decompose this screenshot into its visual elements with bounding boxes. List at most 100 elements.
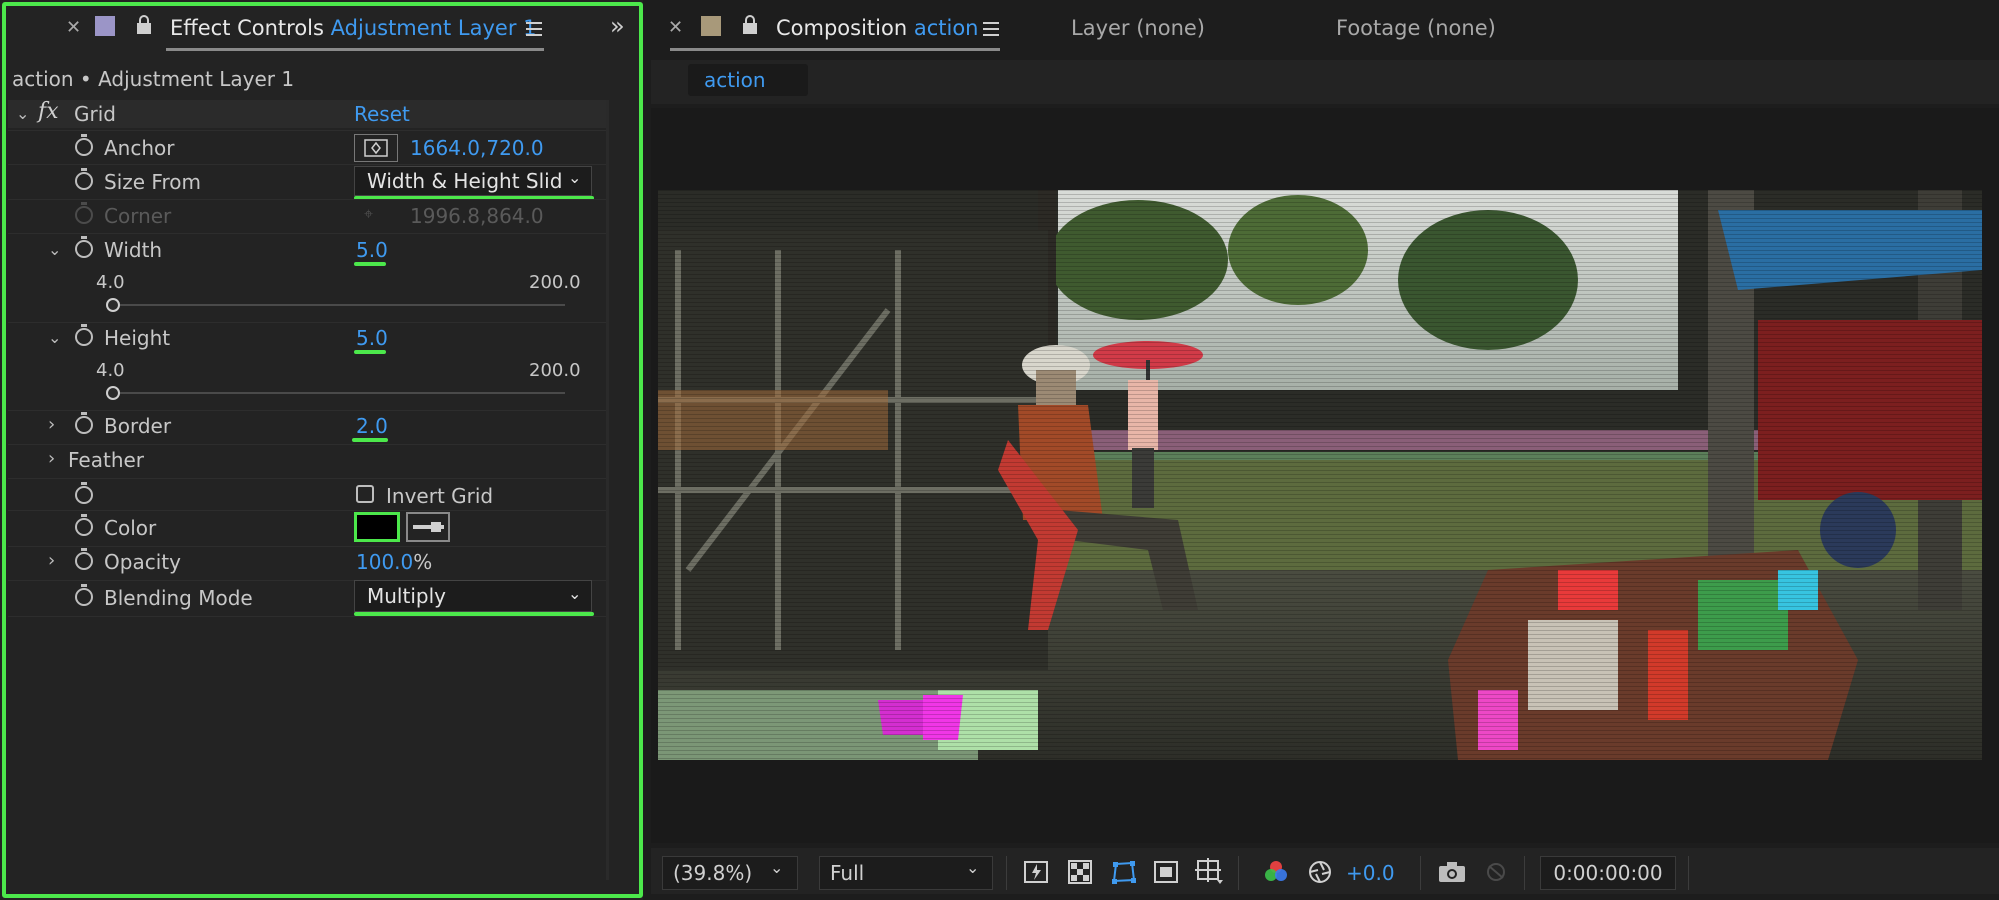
border-value[interactable]: 2.0 [356, 414, 388, 438]
anchor-value[interactable]: 1664.0,720.0 [410, 136, 544, 160]
opacity-value: 100.0 [356, 550, 414, 574]
height-max: 200.0 [529, 360, 581, 381]
color-swatch[interactable] [354, 512, 400, 542]
stopwatch-icon [75, 202, 93, 224]
size-from-dropdown[interactable]: Width & Height Slid [354, 166, 592, 196]
blending-mode-dropdown[interactable]: Multiply [354, 580, 592, 612]
row-divider [8, 130, 606, 131]
layer-tab[interactable]: Layer (none) [1071, 16, 1205, 40]
row-divider [8, 478, 606, 479]
stopwatch-icon[interactable] [75, 168, 93, 190]
width-slider-track[interactable] [112, 304, 565, 306]
collapse-chevron-icon[interactable]: ⌄ [48, 240, 61, 259]
row-divider [8, 444, 606, 445]
comp-color-icon [701, 16, 721, 36]
blending-mode-label: Blending Mode [104, 586, 253, 610]
crosshair-picker-icon[interactable] [354, 134, 398, 162]
width-value[interactable]: 5.0 [356, 238, 388, 262]
row-divider [8, 546, 606, 547]
stopwatch-icon[interactable] [75, 482, 93, 504]
exposure-value[interactable]: +0.0 [1346, 861, 1395, 885]
width-slider-knob[interactable] [106, 298, 120, 312]
footage-tab[interactable]: Footage (none) [1336, 16, 1496, 40]
row-divider [8, 322, 606, 323]
highlight-underline [354, 262, 386, 266]
chevron-down-icon: ⌄ [568, 168, 582, 187]
stopwatch-icon[interactable] [75, 236, 93, 258]
border-label: Border [104, 414, 172, 438]
stopwatch-icon[interactable] [75, 412, 93, 434]
expand-chevron-icon[interactable]: › [48, 448, 55, 469]
tab-layer-name: Adjustment Layer 1 [330, 16, 537, 40]
channel-rgb-icon[interactable] [1260, 856, 1292, 888]
lock-icon[interactable] [742, 14, 758, 36]
row-divider [8, 233, 606, 234]
close-tab-icon[interactable]: ✕ [66, 17, 81, 38]
opacity-field[interactable]: 100.0% [356, 550, 432, 574]
stopwatch-icon[interactable] [75, 584, 93, 606]
panel-menu-icon[interactable] [526, 22, 542, 36]
stopwatch-icon[interactable] [75, 514, 93, 536]
comp-navigator-bar [651, 60, 1999, 104]
active-tab-underline [166, 48, 544, 51]
region-of-interest-icon[interactable] [1150, 856, 1182, 888]
width-label: Width [104, 238, 163, 262]
highlight-underline [354, 350, 386, 354]
expand-chevron-icon[interactable]: › [48, 550, 55, 571]
crosshair-icon: ⌖ [364, 204, 374, 223]
height-label: Height [104, 326, 171, 350]
panel-menu-icon[interactable] [983, 22, 999, 36]
fast-previews-icon[interactable] [1020, 856, 1052, 888]
expand-panels-icon[interactable]: » [610, 12, 625, 40]
toolbar-separator [1238, 856, 1239, 890]
breadcrumb: action • Adjustment Layer 1 [12, 67, 295, 91]
comp-tab-name: action [913, 16, 979, 40]
size-from-label: Size From [104, 170, 201, 194]
stopwatch-icon[interactable] [75, 548, 93, 570]
mask-visibility-icon[interactable] [1108, 856, 1140, 888]
grid-guides-icon[interactable] [1194, 856, 1226, 888]
composition-tab[interactable]: Composition action [776, 16, 978, 40]
width-min: 4.0 [96, 272, 125, 293]
corner-value: 1996.8,864.0 [410, 204, 544, 228]
close-tab-icon[interactable]: ✕ [668, 17, 683, 38]
show-snapshot-icon[interactable] [1480, 856, 1512, 888]
comp-tab-title: Composition [776, 16, 908, 40]
timecode-field[interactable]: 0:00:00:00 [1540, 856, 1676, 890]
invert-grid-checkbox[interactable] [356, 485, 374, 503]
anchor-label: Anchor [104, 136, 175, 160]
resolution-value: Full [830, 861, 865, 885]
height-value[interactable]: 5.0 [356, 326, 388, 350]
row-divider [8, 510, 606, 511]
feather-label: Feather [68, 448, 145, 472]
exposure-reset-icon[interactable] [1304, 856, 1336, 888]
effect-name: Grid [74, 102, 116, 126]
toolbar-separator [1006, 856, 1007, 890]
chevron-down-icon: ⌄ [966, 858, 980, 877]
color-label: Color [104, 516, 157, 540]
chevron-down-icon: ⌄ [568, 584, 582, 603]
stopwatch-icon[interactable] [75, 324, 93, 346]
camera-snapshot-icon[interactable] [1436, 856, 1468, 888]
expand-chevron-icon[interactable]: › [48, 414, 55, 435]
reset-button[interactable]: Reset [354, 102, 410, 126]
collapse-chevron-icon[interactable]: ⌄ [16, 104, 29, 123]
opacity-label: Opacity [104, 550, 181, 574]
transparency-grid-icon[interactable] [1064, 856, 1096, 888]
effect-controls-tab[interactable]: Effect Controls Adjustment Layer 1 [170, 16, 536, 40]
collapse-chevron-icon[interactable]: ⌄ [48, 328, 61, 347]
lock-icon[interactable] [136, 14, 152, 36]
comp-chip-label: action [704, 68, 766, 92]
comp-chip[interactable]: action [688, 64, 808, 96]
scrollbar-track[interactable] [606, 100, 609, 880]
timecode-value: 0:00:00:00 [1553, 861, 1663, 885]
opacity-unit: % [413, 550, 433, 574]
height-slider-track[interactable] [112, 392, 565, 394]
row-divider [8, 410, 606, 411]
width-max: 200.0 [529, 272, 581, 293]
eyedropper-icon[interactable] [406, 512, 450, 542]
stopwatch-icon[interactable] [75, 134, 93, 156]
fx-icon[interactable]: fx [38, 99, 59, 124]
height-min: 4.0 [96, 360, 125, 381]
height-slider-knob[interactable] [106, 386, 120, 400]
